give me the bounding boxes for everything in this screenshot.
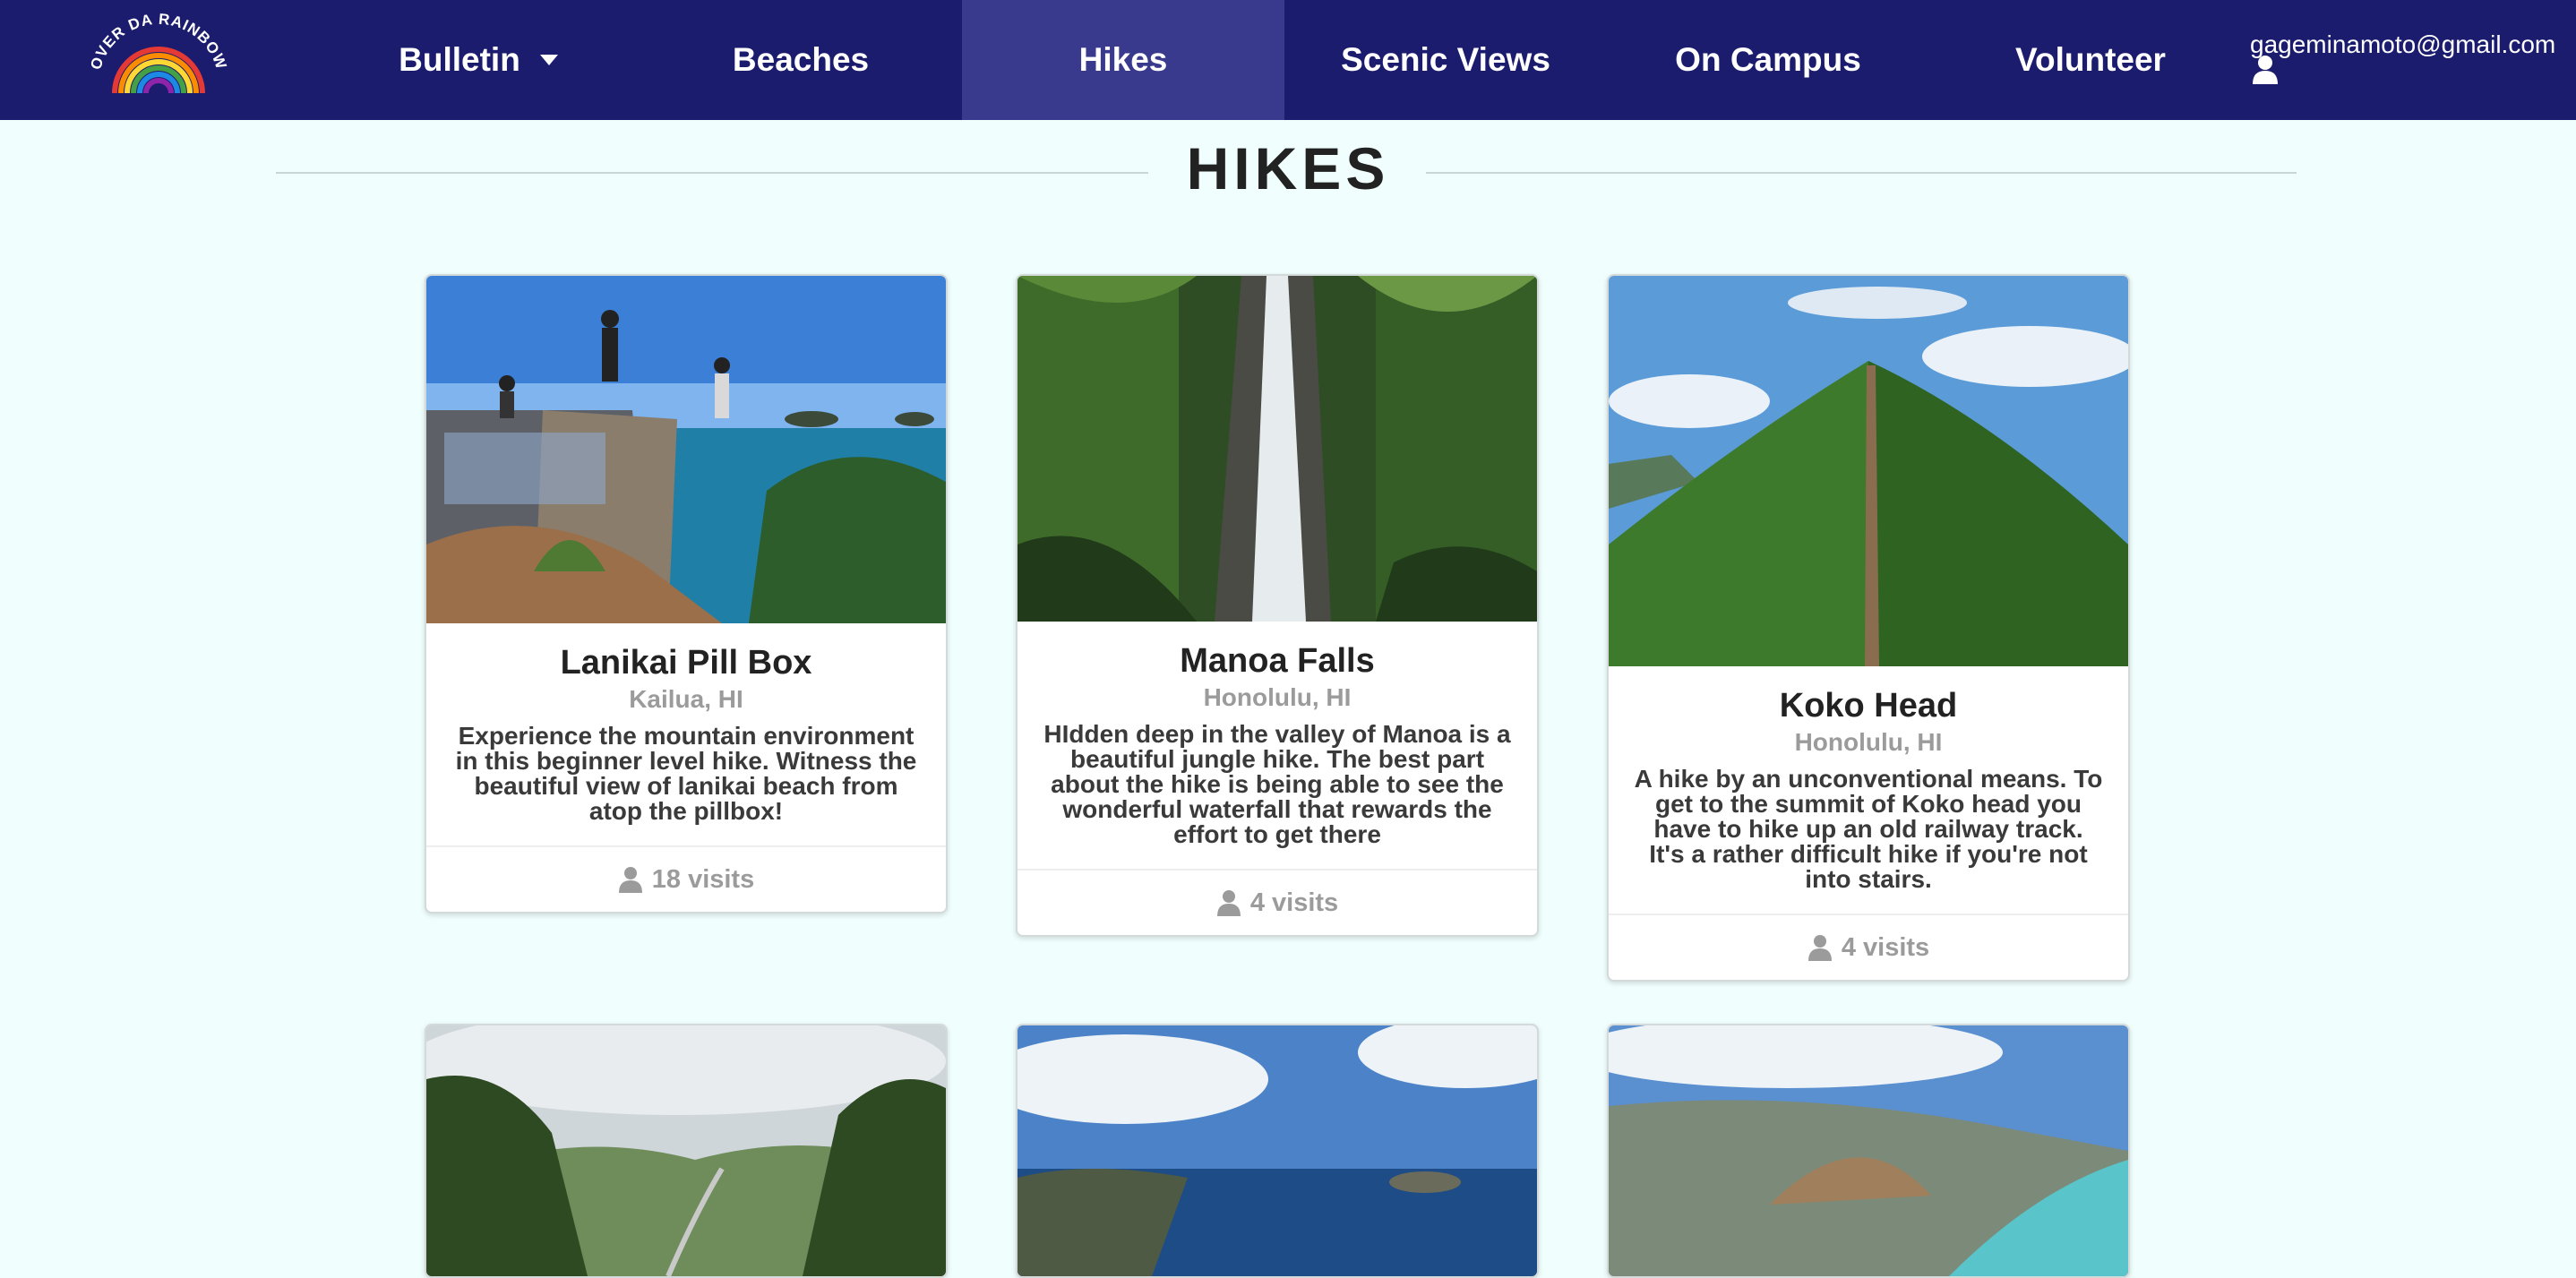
- person-icon: [1216, 890, 1241, 916]
- nav-beaches-label: Beaches: [732, 41, 870, 78]
- visits-count: 4 visits: [1249, 888, 1339, 917]
- card-description: HIdden deep in the valley of Manoa is a …: [1043, 720, 1511, 848]
- top-navbar: OVER DA RAINBOW Bulletin Beaches Hikes S…: [0, 0, 2576, 120]
- nav-on-campus[interactable]: On Campus: [1607, 0, 1929, 120]
- account-email[interactable]: gageminamoto@gmail.com: [2250, 30, 2555, 59]
- hike-card[interactable]: [1016, 1024, 1539, 1278]
- card-title[interactable]: Koko Head: [1634, 686, 2103, 725]
- nav-beaches[interactable]: Beaches: [640, 0, 962, 120]
- card-image-hike-6: [1609, 1025, 2128, 1276]
- user-icon[interactable]: [2252, 54, 2279, 84]
- nav-volunteer[interactable]: Volunteer: [1929, 0, 2252, 120]
- visits-count: 18 visits: [651, 864, 755, 894]
- card-image-hike-5: [1018, 1025, 1537, 1276]
- card-visits: 4 visits: [1018, 869, 1537, 935]
- card-visits: 4 visits: [1609, 913, 2128, 980]
- card-title[interactable]: Lanikai Pill Box: [451, 643, 921, 682]
- card-location: Honolulu, HI: [1203, 683, 1352, 711]
- nav-bulletin-label: Bulletin: [399, 41, 520, 78]
- nav-hikes-label: Hikes: [1078, 41, 1168, 78]
- hike-card[interactable]: [1607, 1024, 2130, 1278]
- nav-scenic-views[interactable]: Scenic Views: [1284, 0, 1607, 120]
- page-title: HIKES: [1186, 135, 1390, 202]
- card-title[interactable]: Manoa Falls: [1043, 641, 1512, 681]
- hike-card[interactable]: Koko Head Honolulu, HI A hike by an unco…: [1607, 274, 2130, 982]
- visits-count: 4 visits: [1841, 932, 1930, 962]
- card-description: A hike by an unconventional means. To ge…: [1634, 765, 2103, 893]
- hike-card[interactable]: Manoa Falls Honolulu, HI HIdden deep in …: [1016, 274, 1539, 937]
- hike-card[interactable]: [425, 1024, 948, 1278]
- card-image-lanikai: [426, 276, 946, 623]
- nav-scenic-views-label: Scenic Views: [1341, 41, 1550, 78]
- card-image-hike-4: [426, 1025, 946, 1276]
- nav-volunteer-label: Volunteer: [2015, 41, 2166, 78]
- card-image-koko-head: [1609, 276, 2128, 666]
- card-image-manoa: [1018, 276, 1537, 622]
- nav-bulletin[interactable]: Bulletin: [317, 0, 640, 120]
- rainbow-logo[interactable]: OVER DA RAINBOW: [82, 13, 235, 102]
- card-visits: 18 visits: [426, 845, 946, 912]
- person-icon: [618, 867, 642, 893]
- dropdown-caret-icon: [539, 55, 558, 65]
- card-description: Experience the mountain environment in t…: [455, 722, 917, 825]
- person-icon: [1807, 935, 1832, 961]
- card-location: Honolulu, HI: [1794, 728, 1943, 756]
- nav-on-campus-label: On Campus: [1675, 41, 1861, 78]
- nav-hikes[interactable]: Hikes: [962, 0, 1284, 120]
- hike-card[interactable]: Lanikai Pill Box Kailua, HI Experience t…: [425, 274, 948, 913]
- card-location: Kailua, HI: [629, 685, 743, 713]
